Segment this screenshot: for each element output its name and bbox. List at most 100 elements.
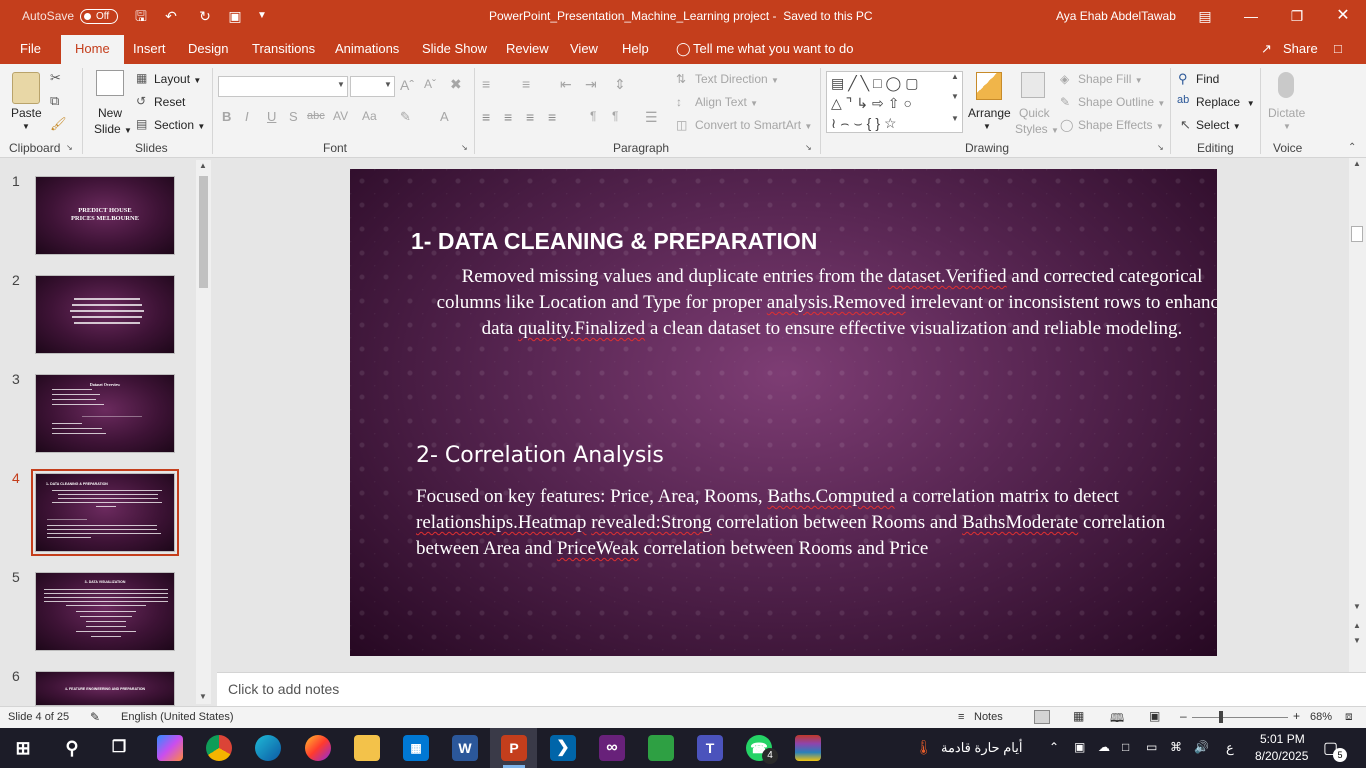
- text-direction-button[interactable]: Text Direction ▼: [695, 72, 779, 86]
- paragraph-launcher-icon[interactable]: ↘: [805, 143, 812, 152]
- app-icon[interactable]: [648, 735, 674, 761]
- arrange-button[interactable]: Arrange: [968, 106, 1011, 120]
- align-left-icon[interactable]: ≡: [482, 109, 490, 125]
- restore-icon[interactable]: ❐: [1287, 6, 1307, 26]
- tab-home[interactable]: Home: [61, 35, 124, 64]
- previous-slide-icon[interactable]: ▲: [1353, 621, 1361, 630]
- notes-pane[interactable]: Click to add notes: [217, 672, 1366, 706]
- thumb-scroll-thumb[interactable]: [199, 176, 208, 288]
- redo-icon[interactable]: ↻: [195, 6, 215, 26]
- autosave-toggle[interactable]: Off: [80, 9, 118, 24]
- visual-studio-icon[interactable]: ∞: [599, 735, 625, 761]
- tab-file[interactable]: File: [20, 41, 41, 56]
- ltr-icon[interactable]: ¶: [612, 109, 618, 123]
- reset-button[interactable]: Reset: [154, 95, 185, 109]
- zoom-in-icon[interactable]: +: [1293, 709, 1300, 723]
- editor-scrollbar[interactable]: ▲ ▼ ▲ ▼: [1349, 158, 1366, 672]
- minimize-icon[interactable]: —: [1241, 6, 1261, 26]
- close-icon[interactable]: ✕: [1333, 6, 1353, 26]
- tab-slide-show[interactable]: Slide Show: [422, 41, 487, 56]
- editor-scroll-up-icon[interactable]: ▲: [1353, 159, 1361, 168]
- line-spacing-icon[interactable]: ⇕: [614, 76, 626, 93]
- slide-paragraph-1[interactable]: Removed missing values and duplicate ent…: [432, 264, 1217, 342]
- battery-icon[interactable]: ▭: [1146, 740, 1157, 754]
- layout-button[interactable]: Layout ▼: [154, 72, 201, 86]
- winrar-icon[interactable]: [795, 735, 821, 761]
- clock-date[interactable]: 8/20/2025: [1255, 749, 1308, 763]
- shapes-more-icon[interactable]: ▼: [951, 114, 959, 123]
- bullets-icon[interactable]: ≡: [482, 76, 490, 92]
- shapes-scroll-up-icon[interactable]: ▲: [951, 72, 959, 81]
- slideshow-view-icon[interactable]: ▣: [1149, 709, 1160, 723]
- tell-me-search[interactable]: Tell me what you want to do: [693, 41, 853, 56]
- thumb-scroll-up-icon[interactable]: ▲: [199, 161, 207, 170]
- windows-start-icon[interactable]: ⊞: [10, 735, 36, 761]
- zoom-slider-track[interactable]: [1192, 717, 1288, 718]
- slide-paragraph-2[interactable]: Focused on key features: Price, Area, Ro…: [416, 484, 1176, 562]
- shape-outline-button[interactable]: Shape Outline ▼: [1078, 95, 1165, 109]
- convert-smartart-button[interactable]: Convert to SmartArt ▼: [695, 118, 812, 132]
- columns-icon[interactable]: ☰: [645, 109, 658, 126]
- new-slide-button-line2[interactable]: Slide ▼: [94, 122, 132, 136]
- shapes-scroll-down-icon[interactable]: ▼: [951, 92, 959, 101]
- wifi-icon[interactable]: ⌘: [1170, 740, 1182, 754]
- task-view-icon[interactable]: ❒: [106, 735, 132, 761]
- font-launcher-icon[interactable]: ↘: [461, 143, 468, 152]
- firefox-icon[interactable]: [305, 735, 331, 761]
- highlight-icon[interactable]: ✎: [400, 109, 411, 125]
- paste-icon[interactable]: [12, 72, 40, 104]
- undo-icon[interactable]: ↶: [161, 6, 181, 26]
- shadow-icon[interactable]: S: [289, 109, 298, 124]
- clock-time[interactable]: 5:01 PM: [1260, 732, 1305, 746]
- font-name-dropdown-icon[interactable]: ▼: [337, 80, 345, 89]
- vscode-icon[interactable]: ❯: [550, 735, 576, 761]
- slide-thumbnail-4-selected[interactable]: 1- DATA CLEANING & PREPARATION: [31, 469, 179, 556]
- clear-formatting-icon[interactable]: ✖: [450, 76, 462, 93]
- decrease-indent-icon[interactable]: ⇤: [560, 76, 572, 93]
- align-center-icon[interactable]: ≡: [504, 109, 512, 125]
- tab-design[interactable]: Design: [188, 41, 228, 56]
- teams-icon[interactable]: T: [697, 735, 723, 761]
- format-painter-icon[interactable]: 🖌: [50, 116, 67, 132]
- font-color-icon[interactable]: A: [440, 109, 449, 124]
- weather-icon[interactable]: 🌡: [915, 739, 933, 756]
- quick-styles-icon[interactable]: [1021, 72, 1045, 98]
- zoom-out-icon[interactable]: –: [1180, 709, 1187, 723]
- word-icon[interactable]: W: [452, 735, 478, 761]
- numbering-icon[interactable]: ≡: [522, 76, 530, 92]
- accessibility-icon[interactable]: ✎: [90, 710, 100, 724]
- slide-heading-1[interactable]: 1- DATA CLEANING & PREPARATION: [411, 228, 817, 255]
- user-name[interactable]: Aya Ehab AbdelTawab: [1056, 9, 1176, 23]
- copilot-icon[interactable]: [157, 735, 183, 761]
- drawing-launcher-icon[interactable]: ↘: [1157, 143, 1164, 152]
- tab-view[interactable]: View: [570, 41, 598, 56]
- edge-icon[interactable]: [255, 735, 281, 761]
- increase-indent-icon[interactable]: ⇥: [585, 76, 597, 93]
- file-explorer-icon[interactable]: [354, 735, 380, 761]
- notes-toggle-button[interactable]: Notes: [974, 711, 1003, 723]
- shapes-gallery-icons[interactable]: ▤╱╲□◯▢ △⌝↳⇨⇧○ ≀⌢⌣{}☆: [827, 72, 962, 134]
- shape-fill-button[interactable]: Shape Fill ▼: [1078, 72, 1143, 86]
- bold-icon[interactable]: B: [222, 109, 231, 124]
- search-icon[interactable]: ⚲: [59, 735, 85, 761]
- section-button[interactable]: Section ▼: [154, 118, 205, 132]
- weather-text[interactable]: أيام حارة قادمة: [941, 740, 1022, 756]
- editor-scroll-down-icon[interactable]: ▼: [1353, 602, 1361, 611]
- paste-button[interactable]: Paste: [11, 106, 42, 120]
- clipboard-launcher-icon[interactable]: ↘: [66, 143, 73, 152]
- decrease-font-icon[interactable]: Aˇ: [424, 77, 436, 91]
- chrome-icon[interactable]: [206, 735, 232, 761]
- microphone-icon[interactable]: [1278, 72, 1294, 98]
- next-slide-icon[interactable]: ▼: [1353, 636, 1361, 645]
- increase-font-icon[interactable]: Aˆ: [400, 77, 414, 93]
- input-language[interactable]: ع: [1226, 740, 1234, 756]
- tab-transitions[interactable]: Transitions: [252, 41, 315, 56]
- rtl-icon[interactable]: ¶: [590, 109, 596, 123]
- zoom-slider-handle[interactable]: [1219, 711, 1223, 723]
- tab-insert[interactable]: Insert: [133, 41, 166, 56]
- collapse-ribbon-icon[interactable]: ⌃: [1348, 142, 1356, 153]
- tab-animations[interactable]: Animations: [335, 41, 399, 56]
- comments-icon[interactable]: □: [1334, 41, 1342, 56]
- arrange-dropdown-icon[interactable]: ▼: [983, 122, 991, 131]
- tab-review[interactable]: Review: [506, 41, 549, 56]
